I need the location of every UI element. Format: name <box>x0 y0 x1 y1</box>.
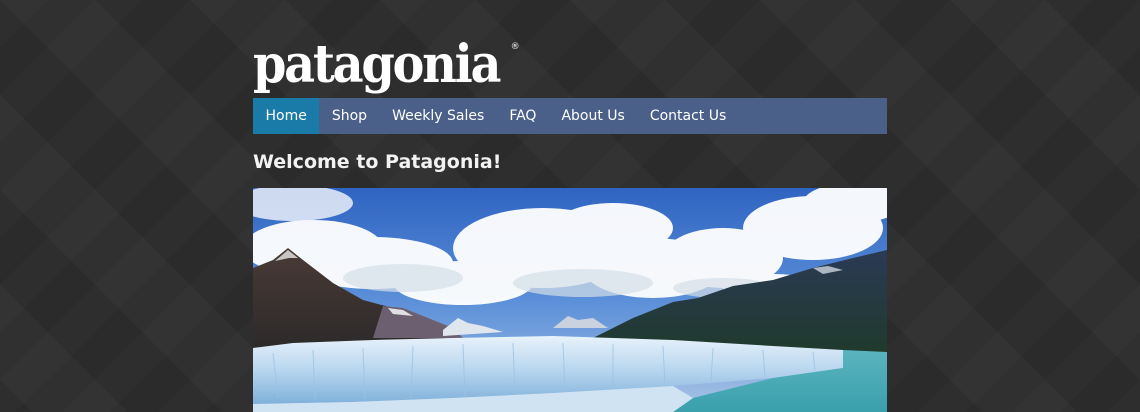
registered-trademark-icon: ® <box>510 42 520 52</box>
nav-item-contact-us[interactable]: Contact Us <box>637 98 738 134</box>
glacier-landscape-image <box>253 188 887 412</box>
nav-item-shop[interactable]: Shop <box>319 98 379 134</box>
nav-item-about-us[interactable]: About Us <box>549 98 637 134</box>
hero-image <box>253 188 887 412</box>
main-navigation: Home Shop Weekly Sales FAQ About Us Cont… <box>253 98 887 134</box>
page-title: Welcome to Patagonia! <box>253 151 502 173</box>
brand-logo[interactable]: patagonia ® <box>253 34 520 96</box>
nav-item-weekly-sales[interactable]: Weekly Sales <box>380 98 497 134</box>
nav-item-home[interactable]: Home <box>253 98 320 134</box>
nav-item-faq[interactable]: FAQ <box>497 98 549 134</box>
logo-wordmark: patagonia <box>253 34 501 95</box>
